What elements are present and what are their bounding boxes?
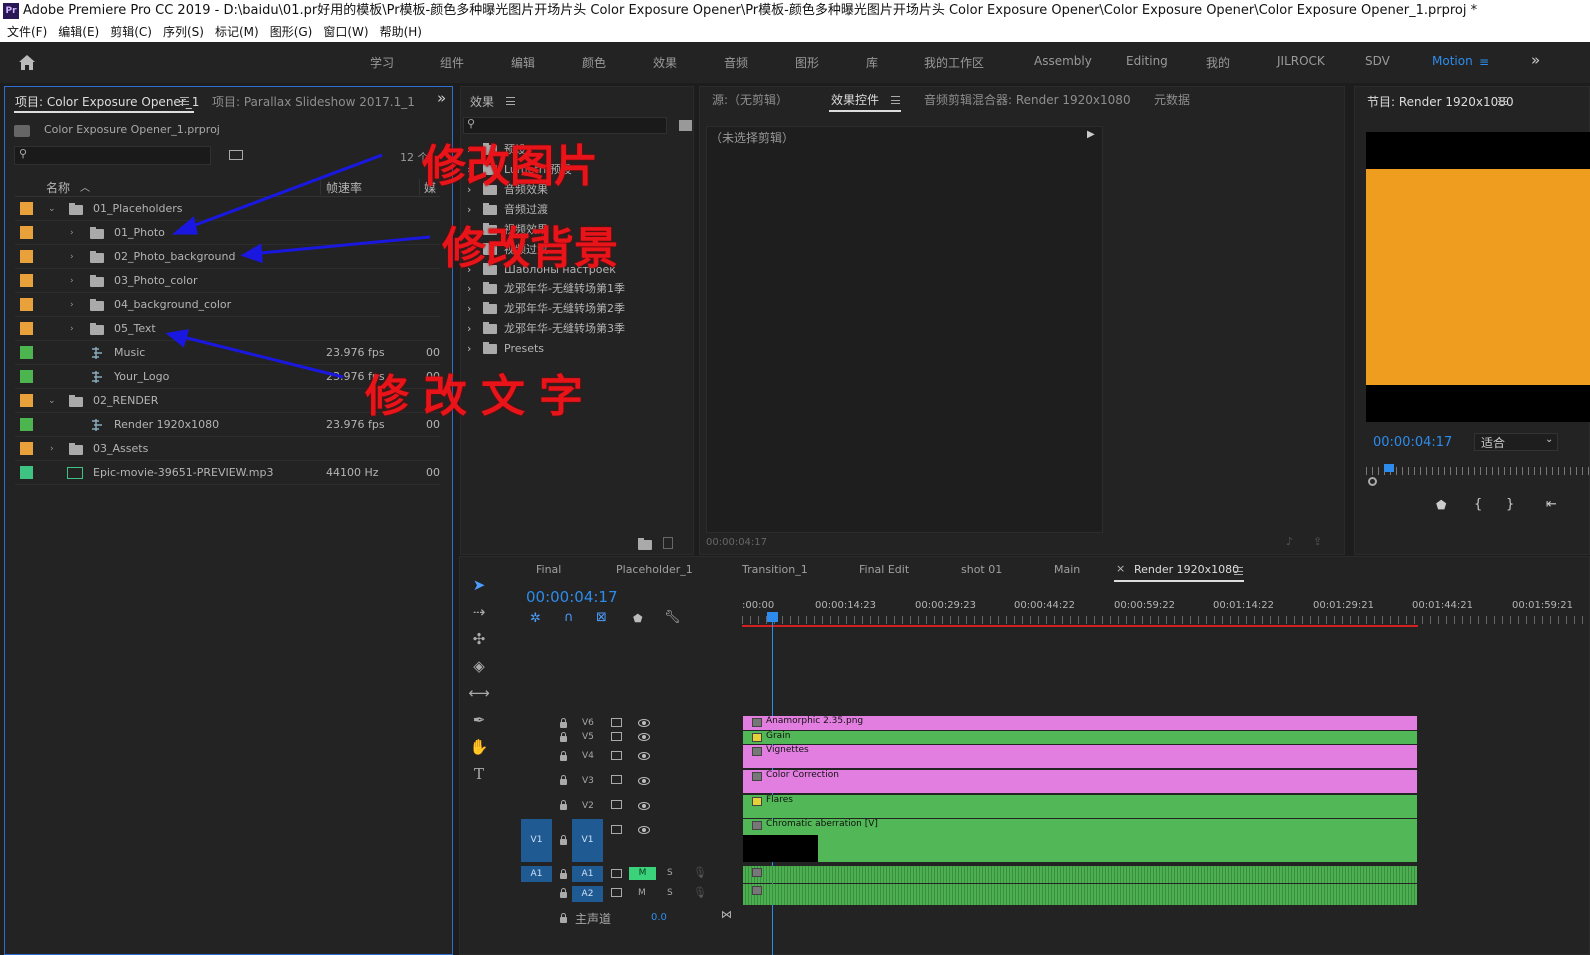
annotation-text: 修改文字	[365, 371, 597, 422]
annotation-text: 修改图片	[422, 141, 598, 192]
annotation-arrows	[165, 153, 431, 379]
annotation-text: 修改背景	[442, 223, 618, 274]
